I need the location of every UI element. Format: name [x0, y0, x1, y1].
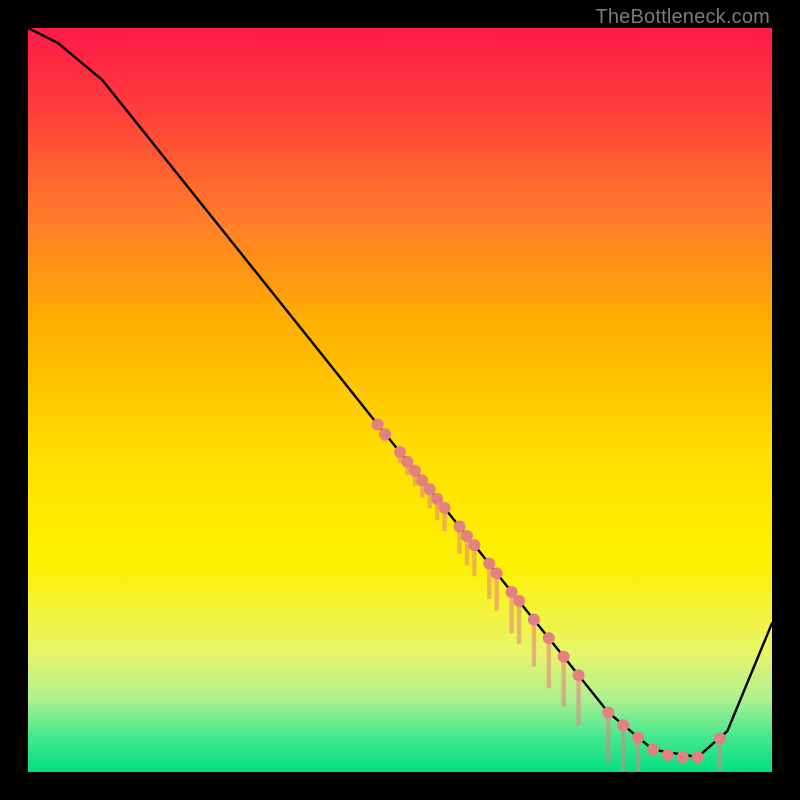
highlight-point	[394, 446, 406, 458]
highlight-point	[528, 613, 540, 625]
highlight-streak	[606, 712, 610, 762]
highlight-point	[543, 632, 555, 644]
highlight-streak	[517, 601, 521, 644]
highlight-point	[439, 502, 451, 514]
highlight-point	[647, 744, 659, 756]
bottleneck-curve	[28, 28, 772, 757]
highlight-point	[662, 749, 674, 761]
highlight-streak	[532, 619, 536, 666]
attribution-text: TheBottleneck.com	[595, 6, 770, 29]
highlight-point	[677, 751, 689, 763]
chart-overlay	[28, 28, 772, 772]
highlight-point	[379, 428, 391, 440]
highlight-point	[714, 733, 726, 745]
highlight-streak	[621, 725, 625, 772]
highlight-point	[632, 732, 644, 744]
highlight-point	[468, 539, 480, 551]
highlight-streak	[561, 657, 565, 707]
chart-canvas	[28, 28, 772, 772]
highlight-streak	[576, 675, 580, 725]
highlight-point	[372, 419, 384, 431]
highlight-point	[558, 651, 570, 663]
highlight-point	[602, 706, 614, 718]
highlight-markers	[372, 419, 726, 764]
highlight-point	[409, 465, 421, 477]
highlight-point	[491, 567, 503, 579]
highlight-point	[513, 595, 525, 607]
highlight-point	[424, 483, 436, 495]
highlight-point	[692, 751, 704, 763]
highlight-point	[573, 669, 585, 681]
highlight-point	[483, 558, 495, 570]
highlight-streak	[509, 592, 513, 633]
highlight-streak	[547, 638, 551, 688]
highlight-point	[617, 719, 629, 731]
highlight-point	[454, 520, 466, 532]
